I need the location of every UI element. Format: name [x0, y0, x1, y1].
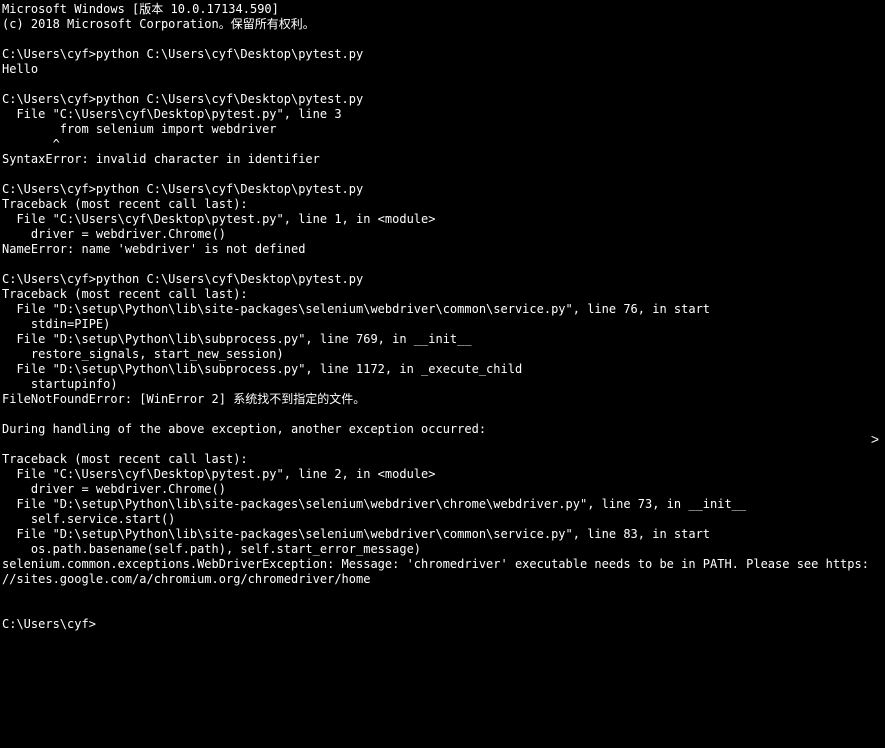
- scroll-indicator-icon: >: [871, 432, 879, 447]
- terminal-line: FileNotFoundError: [WinError 2] 系统找不到指定的…: [2, 392, 885, 407]
- terminal-line: [2, 32, 885, 47]
- terminal-line: [2, 407, 885, 422]
- terminal-line: [2, 167, 885, 182]
- terminal-line: [2, 437, 885, 452]
- terminal-line: File "C:\Users\cyf\Desktop\pytest.py", l…: [2, 467, 885, 482]
- terminal-line: SyntaxError: invalid character in identi…: [2, 152, 885, 167]
- terminal-line: Hello: [2, 62, 885, 77]
- terminal-line: restore_signals, start_new_session): [2, 347, 885, 362]
- terminal-line: C:\Users\cyf>python C:\Users\cyf\Desktop…: [2, 47, 885, 62]
- terminal-line: ^: [2, 137, 885, 152]
- terminal-line: driver = webdriver.Chrome(): [2, 227, 885, 242]
- terminal-line: startupinfo): [2, 377, 885, 392]
- terminal-line: C:\Users\cyf>python C:\Users\cyf\Desktop…: [2, 92, 885, 107]
- terminal-line: [2, 602, 885, 617]
- terminal-line: File "D:\setup\Python\lib\site-packages\…: [2, 527, 885, 542]
- terminal-line: (c) 2018 Microsoft Corporation。保留所有权利。: [2, 17, 885, 32]
- terminal-line: C:\Users\cyf>python C:\Users\cyf\Desktop…: [2, 272, 885, 287]
- terminal-line: File "C:\Users\cyf\Desktop\pytest.py", l…: [2, 107, 885, 122]
- terminal-line: File "D:\setup\Python\lib\subprocess.py"…: [2, 362, 885, 377]
- terminal-line: During handling of the above exception, …: [2, 422, 885, 437]
- terminal-line: Traceback (most recent call last):: [2, 452, 885, 467]
- terminal-line: stdin=PIPE): [2, 317, 885, 332]
- terminal-line: Traceback (most recent call last):: [2, 197, 885, 212]
- terminal-line: C:\Users\cyf>python C:\Users\cyf\Desktop…: [2, 182, 885, 197]
- terminal-output[interactable]: Microsoft Windows [版本 10.0.17134.590](c)…: [2, 2, 885, 632]
- terminal-line: File "D:\setup\Python\lib\site-packages\…: [2, 497, 885, 512]
- terminal-line: File "C:\Users\cyf\Desktop\pytest.py", l…: [2, 212, 885, 227]
- terminal-line: C:\Users\cyf>: [2, 617, 885, 632]
- terminal-line: selenium.common.exceptions.WebDriverExce…: [2, 557, 885, 572]
- terminal-line: NameError: name 'webdriver' is not defin…: [2, 242, 885, 257]
- terminal-line: Traceback (most recent call last):: [2, 287, 885, 302]
- terminal-line: driver = webdriver.Chrome(): [2, 482, 885, 497]
- terminal-line: [2, 77, 885, 92]
- terminal-line: Microsoft Windows [版本 10.0.17134.590]: [2, 2, 885, 17]
- terminal-line: os.path.basename(self.path), self.start_…: [2, 542, 885, 557]
- terminal-line: [2, 257, 885, 272]
- terminal-line: [2, 587, 885, 602]
- terminal-line: //sites.google.com/a/chromium.org/chrome…: [2, 572, 885, 587]
- terminal-line: from selenium import webdriver: [2, 122, 885, 137]
- terminal-line: File "D:\setup\Python\lib\subprocess.py"…: [2, 332, 885, 347]
- terminal-line: self.service.start(): [2, 512, 885, 527]
- terminal-line: File "D:\setup\Python\lib\site-packages\…: [2, 302, 885, 317]
